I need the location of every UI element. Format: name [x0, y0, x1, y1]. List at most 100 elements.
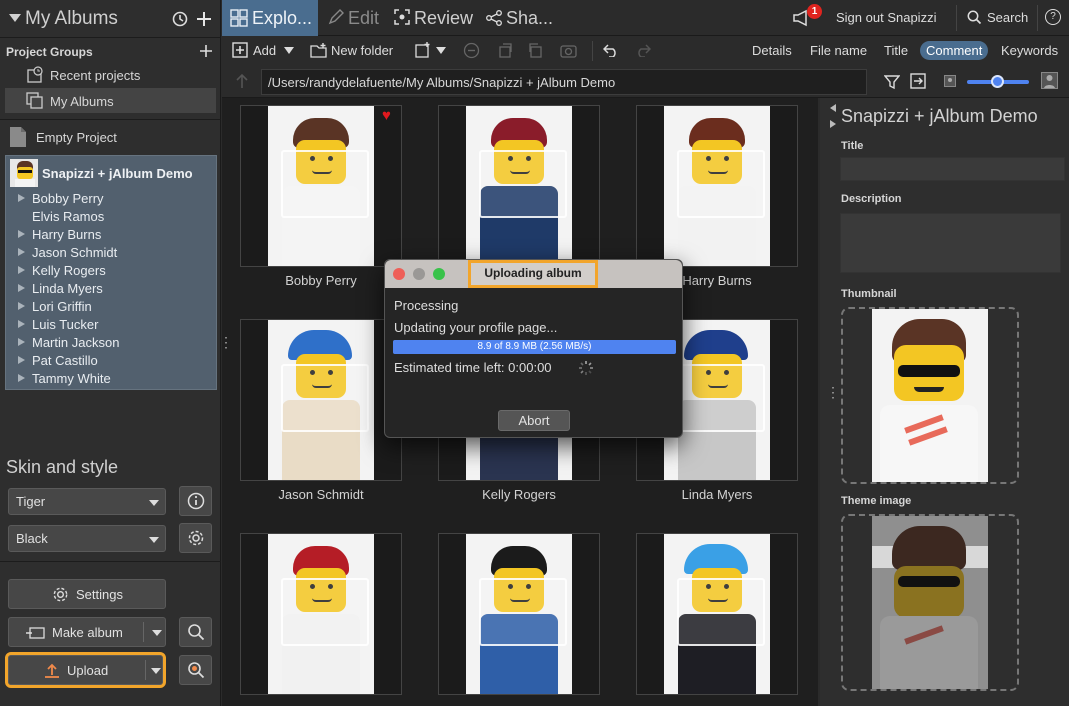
add-album-icon[interactable]: [196, 11, 212, 27]
undo-icon[interactable]: [603, 43, 619, 57]
expand-triangle-icon[interactable]: [18, 302, 25, 310]
tree-item[interactable]: Bobby Perry: [18, 191, 104, 209]
tree-item[interactable]: Martin Jackson: [18, 335, 119, 353]
panel-resize-handle-icon[interactable]: ⋮: [826, 385, 840, 404]
tree-item[interactable]: Tammy White: [18, 371, 111, 389]
expand-triangle-icon[interactable]: [18, 194, 25, 202]
eta-text: Estimated time left: 0:00:00: [394, 360, 552, 375]
tree-item[interactable]: Luis Tucker: [18, 317, 98, 335]
title-field[interactable]: [840, 157, 1065, 181]
upload-preview-button[interactable]: [179, 655, 212, 685]
preview-button[interactable]: [179, 617, 212, 647]
add-group-icon[interactable]: [200, 45, 212, 57]
tree-item[interactable]: Jason Schmidt: [18, 245, 117, 263]
heart-icon[interactable]: ♥: [382, 107, 391, 124]
remove-icon[interactable]: [463, 42, 480, 59]
description-field[interactable]: [840, 213, 1061, 273]
field-keywords[interactable]: Keywords: [1001, 43, 1058, 58]
chevron-down-icon[interactable]: [151, 668, 161, 674]
expand-triangle-icon[interactable]: [18, 230, 25, 238]
dialog-status: Processing: [394, 298, 459, 313]
field-comment[interactable]: Comment: [920, 41, 989, 60]
skin-dropdown[interactable]: Tiger: [8, 488, 166, 515]
left-resize-handle-icon[interactable]: ⋮: [219, 335, 233, 354]
expand-triangle-icon[interactable]: [18, 248, 25, 256]
export-icon[interactable]: [910, 73, 926, 89]
tree-item[interactable]: Linda Myers: [18, 281, 103, 299]
photo-thumbnail[interactable]: ♥: [240, 105, 402, 267]
signout-link[interactable]: Sign out Snapizzi: [836, 10, 936, 25]
progress-text: 8.9 of 8.9 MB (2.56 MB/s): [477, 341, 592, 352]
redo-icon[interactable]: [635, 43, 651, 57]
collapse-triangle-icon[interactable]: [9, 14, 21, 22]
tab-share[interactable]: Sha...: [486, 0, 556, 36]
camera-icon[interactable]: [560, 42, 577, 59]
app-window: { "left": { "title": "My Albums", "proje…: [0, 0, 1069, 706]
abort-button[interactable]: Abort: [498, 410, 570, 431]
photo-thumbnail[interactable]: [438, 105, 600, 267]
rotate-right-icon[interactable]: [528, 42, 545, 59]
sidebar-item-recent-projects[interactable]: Recent projects: [26, 66, 216, 86]
skin-style-heading: Skin and style: [6, 457, 119, 477]
empty-project-item[interactable]: Empty Project: [8, 126, 208, 148]
add-button[interactable]: Add: [232, 42, 296, 62]
history-icon[interactable]: [172, 11, 188, 27]
theme-image-drop-zone[interactable]: [841, 514, 1019, 691]
settings-button[interactable]: Settings: [8, 579, 166, 609]
search-button[interactable]: Search: [967, 8, 1032, 28]
expand-triangle-icon[interactable]: [18, 266, 25, 274]
collapse-left-icon[interactable]: [830, 104, 836, 112]
photo-thumbnail[interactable]: [240, 319, 402, 481]
small-thumb-icon[interactable]: [944, 75, 956, 87]
field-details[interactable]: Details: [752, 43, 792, 58]
expand-triangle-icon[interactable]: [18, 284, 25, 292]
tree-item[interactable]: Harry Burns: [18, 227, 101, 245]
field-title[interactable]: Title: [884, 43, 908, 58]
upload-button[interactable]: Upload: [5, 652, 166, 688]
up-arrow-icon[interactable]: [235, 73, 249, 89]
large-thumb-icon[interactable]: [1041, 72, 1058, 89]
minimize-window-icon[interactable]: [413, 268, 425, 280]
spinner-icon: [579, 361, 593, 375]
tree-item[interactable]: Pat Castillo: [18, 353, 98, 371]
sidebar-item-my-albums[interactable]: My Albums: [5, 88, 216, 113]
expand-right-icon[interactable]: [830, 120, 836, 128]
chevron-down-icon[interactable]: [436, 47, 446, 54]
tree-item[interactable]: Elvis Ramos: [18, 209, 104, 227]
zoom-window-icon[interactable]: [433, 268, 445, 280]
chevron-down-icon: [149, 500, 159, 506]
make-album-button[interactable]: Make album: [8, 617, 166, 647]
expand-triangle-icon[interactable]: [18, 320, 25, 328]
zoom-slider-handle[interactable]: [991, 75, 1004, 88]
tab-edit[interactable]: Edit: [326, 0, 396, 36]
folder-overlay-icon: [479, 150, 567, 218]
photo-thumbnail[interactable]: [636, 533, 798, 695]
chevron-down-icon[interactable]: [152, 630, 162, 636]
tab-review[interactable]: Review: [394, 0, 484, 36]
tree-item[interactable]: Lori Griffin: [18, 299, 92, 317]
tab-explore[interactable]: Explo...: [222, 0, 318, 36]
thumbnail-image: [872, 309, 988, 482]
expand-triangle-icon[interactable]: [18, 338, 25, 346]
thumbnail-drop-zone[interactable]: [841, 307, 1019, 484]
info-button[interactable]: [179, 486, 212, 516]
path-input[interactable]: /Users/randydelafuente/My Albums/Snapizz…: [261, 69, 867, 95]
style-settings-button[interactable]: [179, 523, 212, 553]
style-dropdown[interactable]: Black: [8, 525, 166, 552]
expand-triangle-icon[interactable]: [18, 374, 25, 382]
photo-thumbnail[interactable]: [636, 105, 798, 267]
filter-icon[interactable]: [884, 74, 900, 90]
expand-triangle-icon[interactable]: [18, 356, 25, 364]
description-label: Description: [841, 193, 902, 205]
rotate-left-icon[interactable]: [497, 42, 514, 59]
new-folder-button[interactable]: New folder: [310, 42, 410, 62]
help-icon[interactable]: ?: [1045, 9, 1061, 25]
photo-thumbnail[interactable]: [240, 533, 402, 695]
new-item-icon[interactable]: [415, 42, 432, 58]
field-file-name[interactable]: File name: [810, 43, 867, 58]
close-window-icon[interactable]: [393, 268, 405, 280]
tree-item[interactable]: Kelly Rogers: [18, 263, 106, 281]
zoom-slider[interactable]: [967, 75, 1029, 88]
album-title[interactable]: Snapizzi + jAlbum Demo: [42, 166, 193, 181]
photo-thumbnail[interactable]: [438, 533, 600, 695]
